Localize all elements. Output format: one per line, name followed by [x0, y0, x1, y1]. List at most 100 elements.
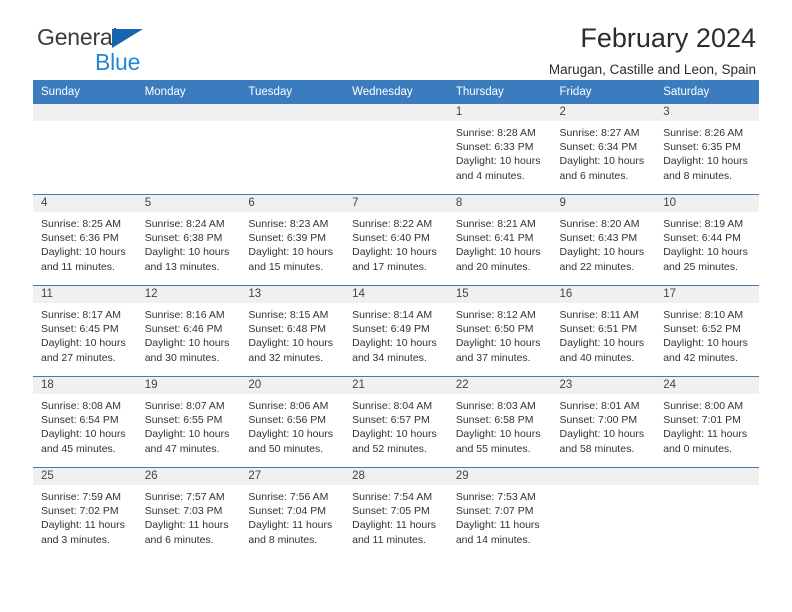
sunset-time: Sunset: 6:55 PM: [144, 414, 223, 427]
sunrise-time: Sunrise: 7:57 AM: [144, 491, 225, 503]
day-number: 24: [655, 377, 759, 394]
sunrise-time: Sunrise: 7:59 AM: [41, 491, 121, 503]
day-detail: Sunrise: 8:17 AM Sunset: 6:45 PM Daylight:…: [33, 303, 137, 365]
calendar-day-cell[interactable]: 7 Sunrise: 8:22 AM Sunset: 6:40 PM Daylight…: [344, 194, 448, 286]
calendar-day-cell-empty: [33, 104, 137, 195]
day-number: 28: [344, 468, 448, 485]
calendar-day-cell[interactable]: 8 Sunrise: 8:21 AM Sunset: 6:41 PM Daylight…: [447, 194, 552, 286]
daylight-duration-line2: and 20 minutes.: [455, 260, 531, 273]
daylight-duration-line2: and 37 minutes.: [455, 351, 531, 364]
day-number: 21: [344, 377, 448, 394]
day-number: 11: [33, 286, 137, 303]
day-number: 16: [551, 286, 656, 303]
calendar-day-cell[interactable]: 28 Sunrise: 7:54 AM Sunset: 7:05 PM Dayligh…: [344, 467, 448, 558]
weekday-header-saturday: Saturday: [655, 80, 759, 104]
calendar-day-cell[interactable]: 3 Sunrise: 8:26 AM Sunset: 6:35 PM Daylight…: [655, 104, 759, 195]
calendar-day-cell[interactable]: 26 Sunrise: 7:57 AM Sunset: 7:03 PM Dayligh…: [136, 467, 241, 558]
daylight-duration-line1: Daylight: 11 hours: [144, 519, 229, 532]
daylight-duration-line2: and 4 minutes.: [455, 169, 525, 182]
day-number: 2: [551, 104, 656, 121]
calendar-day-cell[interactable]: 21 Sunrise: 8:04 AM Sunset: 6:57 PM Dayligh…: [344, 376, 448, 468]
daylight-duration-line2: and 8 minutes.: [663, 169, 733, 182]
daylight-duration-line2: and 8 minutes.: [248, 533, 318, 546]
calendar-day-cell[interactable]: 5 Sunrise: 8:24 AM Sunset: 6:38 PM Daylight…: [136, 194, 241, 286]
day-detail: Sunrise: 8:03 AM Sunset: 6:58 PM Daylight:…: [448, 394, 552, 456]
day-number: 13: [240, 286, 345, 303]
logo-text-general: General: [37, 26, 207, 50]
day-detail: Sunrise: 7:59 AM Sunset: 7:02 PM Daylight:…: [33, 485, 137, 547]
day-detail: Sunrise: 8:28 AM Sunset: 6:33 PM Daylight:…: [448, 121, 552, 183]
calendar-day-cell[interactable]: 18 Sunrise: 8:08 AM Sunset: 6:54 PM Dayligh…: [33, 376, 137, 468]
sunrise-time: Sunrise: 8:11 AM: [559, 309, 639, 321]
day-detail: [344, 121, 448, 126]
day-number: 9: [551, 195, 656, 212]
sunrise-time: Sunrise: 8:16 AM: [144, 309, 225, 321]
calendar-day-cell[interactable]: 20 Sunrise: 8:06 AM Sunset: 6:56 PM Dayligh…: [240, 376, 345, 468]
weekday-header-friday: Friday: [551, 80, 656, 104]
day-detail: Sunrise: 7:54 AM Sunset: 7:05 PM Daylight:…: [344, 485, 448, 547]
daylight-duration-line2: and 42 minutes.: [663, 351, 738, 364]
sunset-time: Sunset: 6:57 PM: [352, 414, 430, 427]
day-number: 4: [33, 195, 137, 212]
daylight-duration-line2: and 15 minutes.: [248, 260, 324, 273]
calendar-day-cell[interactable]: 16 Sunrise: 8:11 AM Sunset: 6:51 PM Dayligh…: [551, 285, 656, 377]
sunset-time: Sunset: 6:54 PM: [41, 414, 119, 427]
daylight-duration-line1: Daylight: 10 hours: [352, 246, 437, 259]
day-number: 26: [136, 468, 241, 485]
sunrise-time: Sunrise: 8:03 AM: [455, 400, 536, 412]
day-detail: Sunrise: 8:00 AM Sunset: 7:01 PM Daylight:…: [655, 394, 759, 456]
calendar-day-cell[interactable]: 25 Sunrise: 7:59 AM Sunset: 7:02 PM Dayligh…: [33, 467, 137, 558]
daylight-duration-line2: and 6 minutes.: [144, 533, 214, 546]
day-number: 3: [655, 104, 759, 121]
calendar-day-cell[interactable]: 29 Sunrise: 7:53 AM Sunset: 7:07 PM Dayligh…: [447, 467, 552, 558]
sunset-time: Sunset: 6:52 PM: [663, 323, 741, 336]
calendar-day-cell[interactable]: 17 Sunrise: 8:10 AM Sunset: 6:52 PM Dayligh…: [655, 285, 759, 377]
calendar-day-cell[interactable]: 1 Sunrise: 8:28 AM Sunset: 6:33 PM Daylight…: [447, 104, 552, 195]
calendar-day-cell[interactable]: 9 Sunrise: 8:20 AM Sunset: 6:43 PM Daylight…: [551, 194, 656, 286]
calendar-day-cell[interactable]: 23 Sunrise: 8:01 AM Sunset: 7:00 PM Dayligh…: [551, 376, 656, 468]
calendar-week-row: 11 Sunrise: 8:17 AM Sunset: 6:45 PM Dayligh…: [33, 285, 759, 377]
sunset-time: Sunset: 6:36 PM: [41, 232, 119, 245]
day-detail: Sunrise: 8:11 AM Sunset: 6:51 PM Daylight:…: [552, 303, 656, 365]
daylight-duration-line1: Daylight: 10 hours: [352, 337, 437, 350]
sunset-time: Sunset: 6:39 PM: [248, 232, 327, 245]
general-blue-logo[interactable]: General Blue: [37, 26, 207, 78]
calendar-day-cell[interactable]: 12 Sunrise: 8:16 AM Sunset: 6:46 PM Dayligh…: [136, 285, 241, 377]
day-number: 22: [447, 377, 552, 394]
page-header: General Blue February 2024 Marugan, Cast…: [33, 0, 759, 77]
daylight-duration-line1: Daylight: 11 hours: [41, 519, 125, 532]
calendar-day-cell[interactable]: 4 Sunrise: 8:25 AM Sunset: 6:36 PM Daylight…: [33, 194, 137, 286]
day-number: [551, 468, 656, 485]
calendar-day-cell-empty: [136, 104, 241, 195]
calendar-day-cell[interactable]: 13 Sunrise: 8:15 AM Sunset: 6:48 PM Dayligh…: [240, 285, 345, 377]
daylight-duration-line2: and 55 minutes.: [455, 442, 531, 455]
sunset-time: Sunset: 6:49 PM: [352, 323, 430, 336]
calendar-day-cell[interactable]: 27 Sunrise: 7:56 AM Sunset: 7:04 PM Dayligh…: [240, 467, 345, 558]
calendar-day-cell[interactable]: 10 Sunrise: 8:19 AM Sunset: 6:44 PM Dayligh…: [655, 194, 759, 286]
calendar-day-cell[interactable]: 15 Sunrise: 8:12 AM Sunset: 6:50 PM Dayligh…: [447, 285, 552, 377]
sunrise-time: Sunrise: 8:22 AM: [352, 218, 433, 230]
calendar-day-cell[interactable]: 11 Sunrise: 8:17 AM Sunset: 6:45 PM Dayligh…: [33, 285, 137, 377]
day-number: [240, 104, 345, 121]
daylight-duration-line1: Daylight: 11 hours: [352, 519, 436, 532]
day-number: 8: [447, 195, 552, 212]
sunset-time: Sunset: 6:56 PM: [248, 414, 327, 427]
day-detail: Sunrise: 8:01 AM Sunset: 7:00 PM Daylight:…: [552, 394, 656, 456]
day-detail: Sunrise: 8:15 AM Sunset: 6:48 PM Daylight:…: [240, 303, 344, 365]
calendar-day-cell[interactable]: 2 Sunrise: 8:27 AM Sunset: 6:34 PM Daylight…: [551, 104, 656, 195]
calendar-day-cell[interactable]: 14 Sunrise: 8:14 AM Sunset: 6:49 PM Dayligh…: [344, 285, 448, 377]
day-detail: [240, 121, 344, 126]
day-detail: Sunrise: 8:12 AM Sunset: 6:50 PM Daylight:…: [448, 303, 552, 365]
sunset-time: Sunset: 6:51 PM: [559, 323, 638, 336]
daylight-duration-line1: Daylight: 10 hours: [248, 246, 334, 259]
day-number: 5: [136, 195, 241, 212]
calendar-day-cell[interactable]: 6 Sunrise: 8:23 AM Sunset: 6:39 PM Daylight…: [240, 194, 345, 286]
daylight-duration-line1: Daylight: 10 hours: [144, 337, 230, 350]
day-number: 18: [33, 377, 137, 394]
calendar-day-cell[interactable]: 24 Sunrise: 8:00 AM Sunset: 7:01 PM Dayligh…: [655, 376, 759, 468]
calendar-day-cell[interactable]: 22 Sunrise: 8:03 AM Sunset: 6:58 PM Dayligh…: [447, 376, 552, 468]
day-number: [655, 468, 759, 485]
day-number: 1: [447, 104, 552, 121]
calendar-day-cell[interactable]: 19 Sunrise: 8:07 AM Sunset: 6:55 PM Dayligh…: [136, 376, 241, 468]
sunset-time: Sunset: 6:43 PM: [559, 232, 638, 245]
